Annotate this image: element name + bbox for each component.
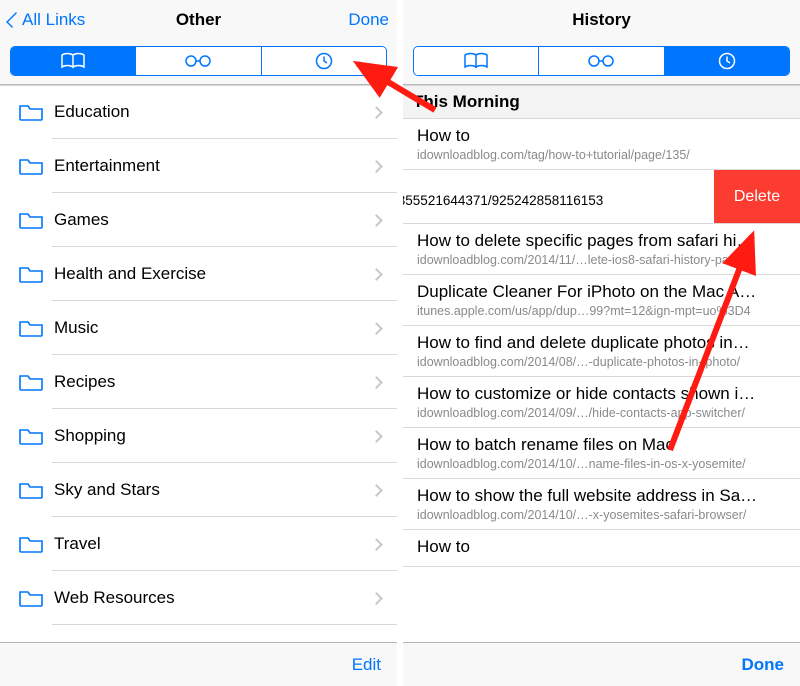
history-title: How to show the full website address in … [417, 486, 786, 506]
history-pane: History This Morning How to idownloadblog… [403, 0, 800, 686]
book-icon [463, 52, 489, 70]
history-url: idownloadblog.com/2014/09/…/hide-contact… [417, 406, 786, 420]
folder-row[interactable]: Shopping [0, 409, 397, 463]
folder-row[interactable]: Travel [0, 517, 397, 571]
segment-reading-list[interactable] [135, 47, 260, 75]
history-title: How to batch rename files on Mac [417, 435, 786, 455]
nav-bar: History [403, 0, 800, 40]
segment-history[interactable] [261, 47, 386, 75]
history-row[interactable]: How to find and delete duplicate photos … [403, 326, 800, 377]
folder-list[interactable]: Education Entertainment Games Health and Ex… [0, 85, 397, 642]
title-other: Other [176, 10, 221, 30]
folder-row[interactable]: Education [0, 85, 397, 139]
folder-icon [18, 156, 44, 176]
folder-icon [18, 534, 44, 554]
glasses-icon [586, 52, 616, 70]
history-title: How to find and delete duplicate photos … [417, 333, 786, 353]
folder-icon [18, 480, 44, 500]
history-row[interactable]: Duplicate Cleaner For iPhoto on the Mac … [403, 275, 800, 326]
history-list[interactable]: This Morning How to idownloadblog.com/tag… [403, 85, 800, 642]
bookmarks-pane: All Links Other Done Education Entertainm… [0, 0, 397, 686]
history-row[interactable]: How to idownloadblog.com/tag/how-to+tutor… [403, 119, 800, 170]
segment-bookmarks[interactable] [11, 47, 135, 75]
history-url: idownloadblog.com/2014/11/…lete-ios8-saf… [417, 253, 786, 267]
folder-row[interactable]: Games [0, 193, 397, 247]
segmented-bar [0, 40, 397, 85]
toolbar: Edit [0, 642, 397, 686]
history-title: How to customize or hide contacts shown … [417, 384, 786, 404]
toolbar: Done [403, 642, 800, 686]
segmented-control[interactable] [10, 46, 387, 76]
chevron-left-icon [6, 12, 22, 28]
chevron-right-icon [370, 376, 383, 389]
segmented-control[interactable] [413, 46, 790, 76]
folder-row[interactable]: Health and Exercise [0, 247, 397, 301]
history-url: idownloadblog.com/2014/10/…name-files-in… [417, 457, 786, 471]
chevron-right-icon [370, 160, 383, 173]
segment-history[interactable] [664, 47, 789, 75]
history-title: How to [417, 537, 786, 557]
folder-label: Entertainment [54, 156, 372, 176]
history-row[interactable]: How to customize or hide contacts shown … [403, 377, 800, 428]
folder-label: Games [54, 210, 372, 230]
segment-reading-list[interactable] [538, 47, 663, 75]
chevron-right-icon [370, 322, 383, 335]
history-row[interactable]: How to delete specific pages from safari… [403, 224, 800, 275]
done-button[interactable]: Done [348, 10, 389, 30]
chevron-right-icon [370, 430, 383, 443]
folder-icon [18, 426, 44, 446]
folder-label: Sky and Stars [54, 480, 372, 500]
history-url: idownloadblog.com/tag/how-to+tutorial/pa… [417, 148, 786, 162]
folder-icon [18, 372, 44, 392]
folder-icon [18, 588, 44, 608]
done-button[interactable]: Done [742, 655, 785, 675]
history-url: .com/0/873355521644371/925242858116153 [403, 179, 714, 208]
chevron-right-icon [370, 592, 383, 605]
folder-row[interactable]: Sky and Stars [0, 463, 397, 517]
history-title: How to delete specific pages from safari… [417, 231, 786, 251]
glasses-icon [183, 52, 213, 70]
nav-bar: All Links Other Done [0, 0, 397, 40]
title-history: History [572, 10, 631, 30]
folder-label: Recipes [54, 372, 372, 392]
folder-row[interactable]: Web Resources [0, 571, 397, 625]
folder-label: Shopping [54, 426, 372, 446]
folder-icon [18, 264, 44, 284]
history-title: Duplicate Cleaner For iPhoto on the Mac … [417, 282, 786, 302]
clock-icon [716, 52, 738, 70]
history-row[interactable]: How to [403, 530, 800, 567]
folder-row[interactable]: Entertainment [0, 139, 397, 193]
folder-label: Education [54, 102, 372, 122]
chevron-right-icon [370, 106, 383, 119]
history-url: idownloadblog.com/2014/08/…-duplicate-ph… [417, 355, 786, 369]
history-url: idownloadblog.com/2014/10/…-x-yosemites-… [417, 508, 786, 522]
book-icon [60, 52, 86, 70]
delete-button[interactable]: Delete [714, 170, 800, 223]
history-row[interactable]: How to show the full website address in … [403, 479, 800, 530]
folder-label: Music [54, 318, 372, 338]
folder-icon [18, 210, 44, 230]
history-row[interactable]: How to batch rename files on Mac idownloa… [403, 428, 800, 479]
folder-icon [18, 318, 44, 338]
history-title: How to [417, 126, 786, 146]
back-label: All Links [22, 10, 85, 30]
folder-icon [18, 102, 44, 122]
folder-row[interactable]: Recipes [0, 355, 397, 409]
chevron-right-icon [370, 268, 383, 281]
folder-label: Health and Exercise [54, 264, 372, 284]
history-url: itunes.apple.com/us/app/dup…99?mt=12&ign… [417, 304, 786, 318]
edit-button[interactable]: Edit [352, 655, 381, 675]
folder-label: Travel [54, 534, 372, 554]
clock-icon [313, 52, 335, 70]
segment-bookmarks[interactable] [414, 47, 538, 75]
section-header: This Morning [403, 85, 800, 119]
chevron-right-icon [370, 538, 383, 551]
segmented-bar [403, 40, 800, 85]
chevron-right-icon [370, 214, 383, 227]
folder-row[interactable]: Music [0, 301, 397, 355]
chevron-right-icon [370, 484, 383, 497]
history-row[interactable]: .com/0/873355521644371/925242858116153De… [403, 170, 800, 224]
back-button[interactable]: All Links [8, 10, 85, 30]
folder-label: Web Resources [54, 588, 372, 608]
